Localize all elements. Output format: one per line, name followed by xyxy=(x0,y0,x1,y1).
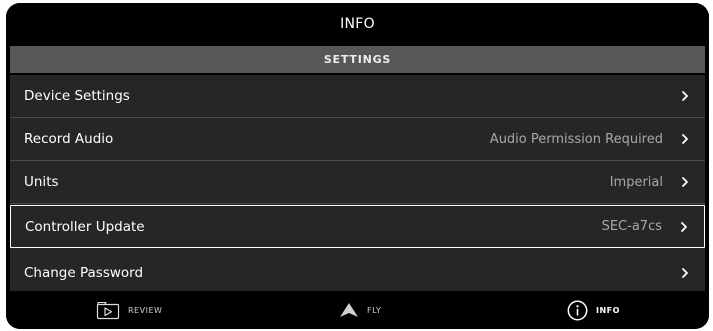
row-value: Imperial xyxy=(609,174,663,190)
row-label: Change Password xyxy=(24,264,144,281)
app-frame: INFO SETTINGS Device Settings Record Aud… xyxy=(6,3,709,329)
chevron-right-icon xyxy=(682,267,688,278)
settings-row-controller-update[interactable]: Controller Update SEC-a7cs xyxy=(10,205,705,248)
chevron-right-icon xyxy=(682,91,688,101)
video-play-icon xyxy=(96,301,120,319)
nav-review-label: REVIEW xyxy=(128,305,163,315)
info-circle-icon xyxy=(567,300,588,320)
nav-fly-label: FLY xyxy=(367,305,382,315)
bottom-nav: REVIEW FLY INFO xyxy=(6,291,709,329)
chevron-right-icon xyxy=(682,177,688,187)
chevron-right-icon xyxy=(681,221,687,232)
settings-row-change-password[interactable]: Change Password xyxy=(10,251,705,294)
nav-review[interactable]: REVIEW xyxy=(96,291,162,329)
settings-row-device-settings[interactable]: Device Settings xyxy=(10,75,705,118)
row-label: Controller Update xyxy=(25,218,145,235)
arrow-up-icon xyxy=(340,303,358,317)
nav-fly[interactable]: FLY xyxy=(339,291,381,329)
settings-list: Device Settings Record Audio Audio Permi… xyxy=(10,75,705,291)
row-label: Record Audio xyxy=(24,131,114,147)
page-title: INFO xyxy=(340,15,375,32)
page-header: INFO xyxy=(6,3,709,44)
section-header: SETTINGS xyxy=(10,46,705,73)
section-title: SETTINGS xyxy=(323,53,392,66)
row-value: SEC-a7cs xyxy=(601,219,662,234)
nav-info[interactable]: INFO xyxy=(567,291,620,329)
settings-row-record-audio[interactable]: Record Audio Audio Permission Required xyxy=(10,118,705,161)
settings-row-units[interactable]: Units Imperial xyxy=(10,161,705,204)
row-label: Units xyxy=(24,174,59,190)
chevron-right-icon xyxy=(682,134,688,144)
row-value: Audio Permission Required xyxy=(489,131,663,147)
nav-info-label: INFO xyxy=(596,305,620,315)
row-label: Device Settings xyxy=(24,88,130,104)
